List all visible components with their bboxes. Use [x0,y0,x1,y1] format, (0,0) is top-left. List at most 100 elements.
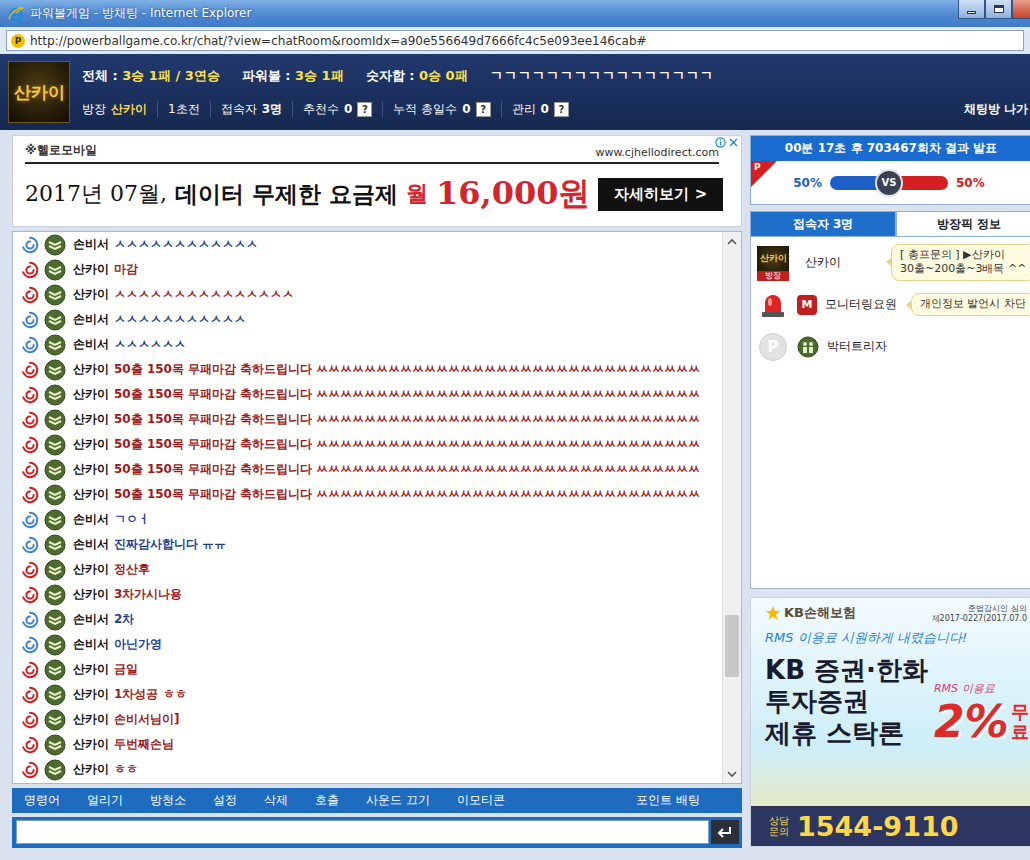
scroll-thumb[interactable] [725,615,739,677]
side-tabs: 접속자 3명방장픽 정보 [750,211,1030,237]
chat-user[interactable]: 산카이 [73,361,109,378]
powerball-tag: P [751,161,777,187]
help-button[interactable]: ? [476,102,491,117]
chat-user[interactable]: 손비서 [73,336,109,353]
side-ad[interactable]: KB손해보험준법감시인 심의제2017-0227(2017.07.0RMS 이용… [750,597,1030,847]
arrow-up-icon[interactable] [727,238,737,246]
info-icon[interactable] [715,137,726,148]
chat-user[interactable]: 산카이 [73,736,109,753]
chat-user[interactable]: 산카이 [73,461,109,478]
send-button[interactable] [711,820,739,844]
side-ad-slogan: RMS 이용료 시원하게 내렸습니다! [765,629,1030,647]
info-row: 방장산카이1초전접속자3명추천수0?누적 총일수0?관리0?채팅방 나가 [82,101,1030,118]
chat-user[interactable]: 손비서 [73,611,109,628]
scroll-up[interactable] [723,232,741,251]
toolbar-button[interactable]: 호출 [315,792,339,809]
chat-row: 산카이마감 [21,257,722,282]
chat-user[interactable]: 산카이 [73,586,109,603]
scroll-track[interactable] [723,251,741,764]
swirl-icon [21,236,39,254]
chat-user[interactable]: 손비서 [73,536,109,553]
maximize-button[interactable] [985,0,1012,19]
user-row[interactable]: 산카이방장산카이[ 총프문의 ] ▶산카이30출~200출~3배목 ^^ [751,241,1030,284]
scroll-down[interactable] [723,764,741,783]
user-row[interactable]: M모니터링요원개인정보 발언시 차단 [751,284,1030,326]
swirl-icon [21,386,39,404]
input-row [12,817,742,848]
chat-column: ※헬로모바일www.cjhellodirect.com2017년 07월,데이터… [12,135,742,860]
chat-input[interactable] [16,820,709,844]
toolbar-button[interactable]: 설정 [213,792,237,809]
rank-icon [44,609,66,631]
chat-text: 50출 150목 무패마감 축하드립니다 ㅆㅆㅆㅆㅆㅆㅆㅆㅆㅆㅆㅆㅆㅆㅆㅆㅆㅆㅆ… [114,411,700,428]
title-bar: 파워볼게임 - 방채팅 - Internet Explorer [0,0,1030,27]
chat-text: 50출 150목 무패마감 축하드립니다 ㅆㅆㅆㅆㅆㅆㅆㅆㅆㅆㅆㅆㅆㅆㅆㅆㅆㅆㅆ… [114,361,700,378]
window-title: 파워볼게임 - 방채팅 - Internet Explorer [30,5,952,22]
help-button[interactable]: ? [554,102,569,117]
chat-row: 산카이ㅅㅅㅅㅅㅅㅅㅅㅅㅅㅅㅅㅅㅅㅅㅅ [21,282,722,307]
chat-text: 3차가시나용 [114,586,182,603]
swirl-icon [21,636,39,654]
url-field[interactable]: Phttp://powerballgame.co.kr/chat/?view=c… [6,30,1024,51]
user-avatar: 산카이방장 [757,246,789,278]
toolbar-button[interactable]: 사운드 끄기 [366,792,430,809]
chat-user[interactable]: 손비서 [73,311,109,328]
user-row[interactable]: P박터트리자 [751,326,1030,368]
rank-icon [44,409,66,431]
chat-text: 2차 [114,611,134,628]
chat-text: 50출 150목 무패마감 축하드립니다 ㅆㅆㅆㅆㅆㅆㅆㅆㅆㅆㅆㅆㅆㅆㅆㅆㅆㅆㅆ… [114,461,700,478]
chat-user[interactable]: 산카이 [73,561,109,578]
info-item: 추천수0? [292,101,382,118]
minimize-button[interactable] [958,0,985,19]
close-icon[interactable] [728,137,739,148]
rank-icon [44,309,66,331]
user-name: 모니터링요원 [825,296,901,313]
chat-user[interactable]: 산카이 [73,261,109,278]
user-bubble: [ 총프문의 ] ▶산카이30출~200출~3배목 ^^ [891,244,1030,281]
side-column: 00분 17초 후 703467회차 결과 발표P50%VS50%접속자 3명방… [750,135,1030,860]
toolbar-button[interactable]: 이모티콘 [457,792,505,809]
chat-list: 손비서ㅅㅅㅅㅅㅅㅅㅅㅅㅅㅅㅅㅅ산카이마감산카이ㅅㅅㅅㅅㅅㅅㅅㅅㅅㅅㅅㅅㅅㅅㅅ손비… [13,232,722,783]
swirl-icon [21,736,39,754]
chat-user[interactable]: 산카이 [73,386,109,403]
chat-user[interactable]: 산카이 [73,711,109,728]
side-ad-main: KB 증권·한화투자증권제휴 스탁론RMS 이용료2%무료 [765,655,1030,749]
chat-user[interactable]: 산카이 [73,411,109,428]
chat-user[interactable]: 손비서 [73,511,109,528]
toolbar-button[interactable]: 얼리기 [87,792,123,809]
swirl-icon [21,586,39,604]
chat-row: 산카이금일 [21,657,722,682]
chat-user[interactable]: 산카이 [73,761,109,778]
tab[interactable]: 접속자 3명 [750,211,896,237]
chat-user[interactable]: 손비서 [73,236,109,253]
rank-icon [44,434,66,456]
scrollbar[interactable] [722,232,741,783]
close-button[interactable] [1012,0,1030,19]
chat-user[interactable]: 산카이 [73,486,109,503]
tab[interactable]: 방장픽 정보 [896,211,1030,237]
swirl-icon [21,611,39,629]
exit-button[interactable]: 채팅방 나가 [964,101,1030,118]
chat-row: 산카이50출 150목 무패마감 축하드립니다 ㅆㅆㅆㅆㅆㅆㅆㅆㅆㅆㅆㅆㅆㅆㅆㅆ… [21,432,722,457]
arrow-down-icon[interactable] [727,770,737,778]
user-avatar: P [757,331,789,363]
point-bet-button[interactable]: 포인트 배팅 [636,792,700,809]
banner-ad[interactable]: ※헬로모바일www.cjhellodirect.com2017년 07월,데이터… [12,135,742,227]
chat-row: 산카이50출 150목 무패마감 축하드립니다 ㅆㅆㅆㅆㅆㅆㅆㅆㅆㅆㅆㅆㅆㅆㅆㅆ… [21,382,722,407]
info-item: 누적 총일수0? [382,101,500,118]
chat-user[interactable]: 산카이 [73,436,109,453]
stat: 파워볼 : 3승 1패 [242,67,344,85]
toolbar-button[interactable]: 명령어 [24,792,60,809]
toolbar-button[interactable]: 삭제 [264,792,288,809]
chat-user[interactable]: 산카이 [73,686,109,703]
info-item: 1초전 [157,101,210,118]
swirl-icon [21,561,39,579]
chat-text: 50출 150목 무패마감 축하드립니다 ㅆㅆㅆㅆㅆㅆㅆㅆㅆㅆㅆㅆㅆㅆㅆㅆㅆㅆㅆ… [114,486,700,503]
chat-user[interactable]: 산카이 [73,286,109,303]
banner-button[interactable]: 자세히보기 > [598,178,723,211]
chat-user[interactable]: 손비서 [73,636,109,653]
help-button[interactable]: ? [357,102,372,117]
right-reading: 50% [956,176,985,190]
chat-user[interactable]: 산카이 [73,661,109,678]
toolbar-button[interactable]: 방청소 [150,792,186,809]
